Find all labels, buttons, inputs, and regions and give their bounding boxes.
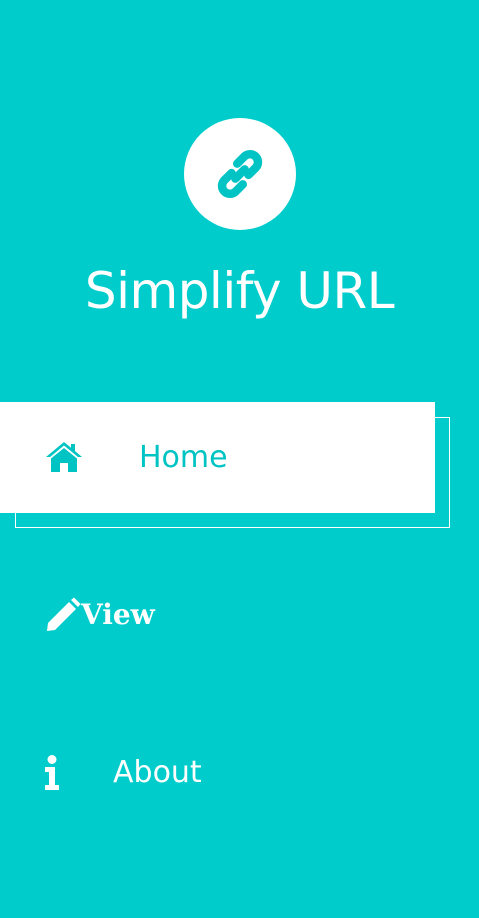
app-title: Simplify URL — [84, 262, 395, 320]
app-logo — [184, 118, 296, 230]
nav-item-view[interactable]: View — [0, 580, 435, 660]
nav-item-home[interactable]: Home — [0, 402, 435, 513]
sidebar: Simplify URL Home View About — [0, 0, 479, 918]
link-icon — [217, 149, 263, 199]
nav-item-home-label: Home — [139, 440, 228, 475]
home-icon — [46, 442, 82, 472]
nav-item-about-label: About — [113, 755, 202, 790]
nav-item-view-label: View — [81, 598, 155, 631]
info-icon — [45, 755, 59, 790]
nav-item-about[interactable]: About — [0, 735, 435, 815]
pencil-icon — [47, 597, 81, 631]
